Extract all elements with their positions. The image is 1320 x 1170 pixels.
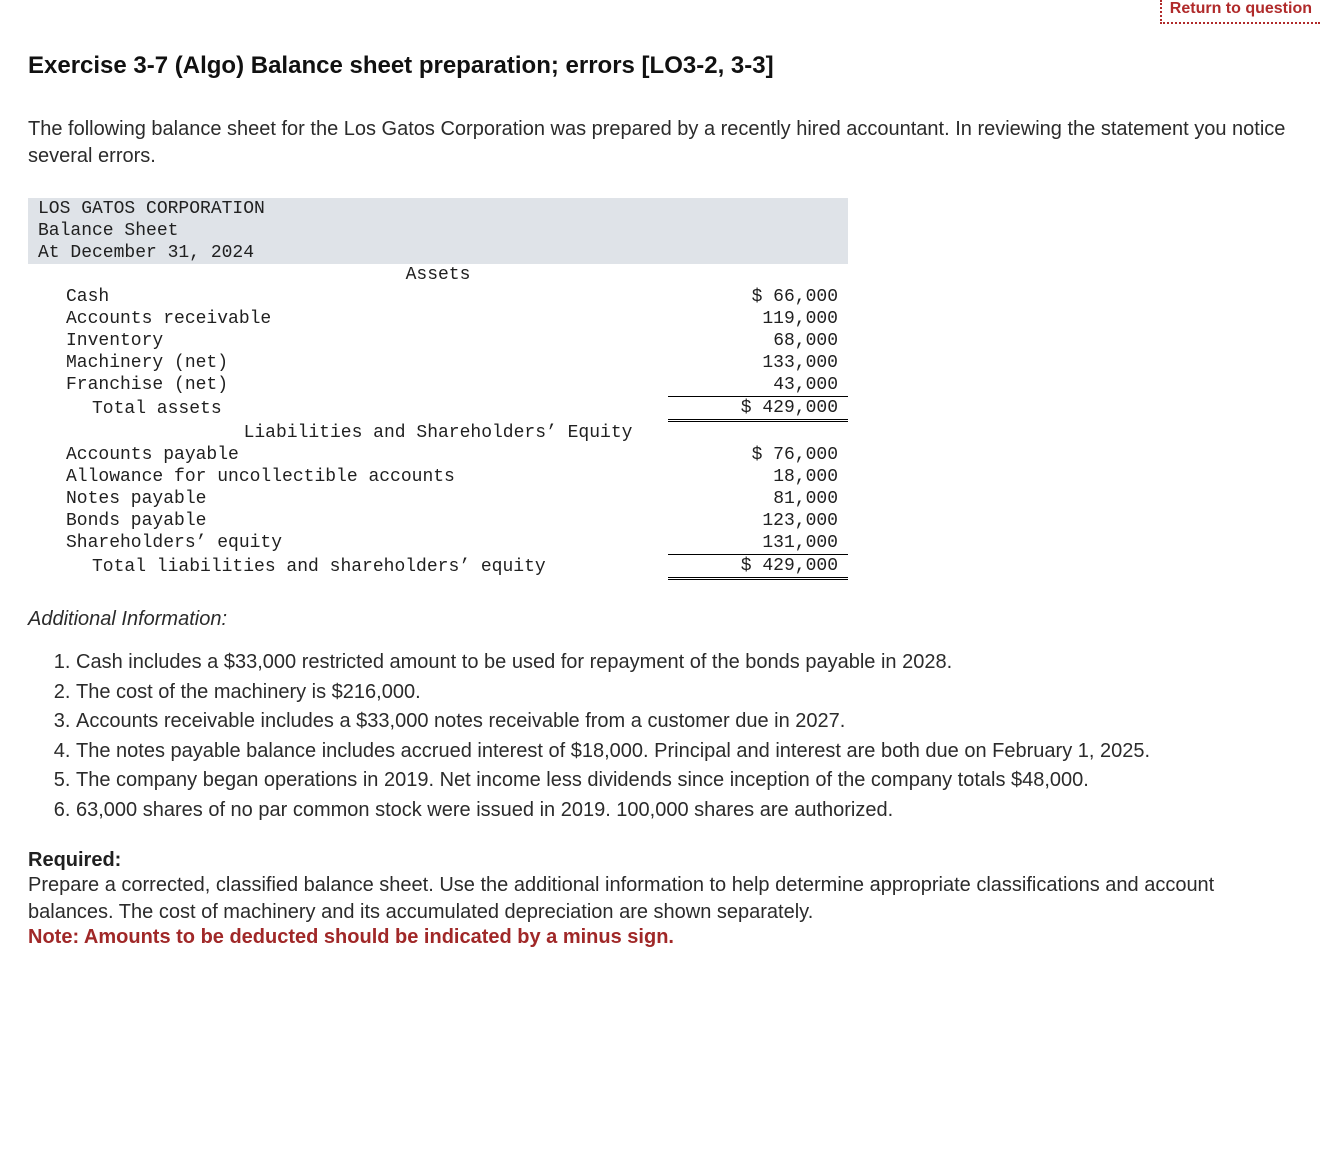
list-item: Accounts receivable includes a $33,000 n… xyxy=(76,708,1292,736)
bs-company: LOS GATOS CORPORATION xyxy=(28,198,848,220)
required-body: Prepare a corrected, classified balance … xyxy=(28,874,1214,923)
intro-paragraph: The following balance sheet for the Los … xyxy=(28,116,1292,170)
exercise-title: Exercise 3-7 (Algo) Balance sheet prepar… xyxy=(28,52,1292,80)
list-item: The cost of the machinery is $216,000. xyxy=(76,679,1292,707)
table-row: Franchise (net)43,000 xyxy=(28,374,848,397)
list-item: The company began operations in 2019. Ne… xyxy=(76,767,1292,795)
table-row: Cash$ 66,000 xyxy=(28,286,848,308)
balance-sheet-table: LOS GATOS CORPORATION Balance Sheet At D… xyxy=(28,198,848,580)
table-row: Bonds payable123,000 xyxy=(28,510,848,532)
table-row: Allowance for uncollectible accounts18,0… xyxy=(28,466,848,488)
return-link-label[interactable]: Return to question xyxy=(1170,0,1312,17)
required-note: Note: Amounts to be deducted should be i… xyxy=(28,926,674,948)
table-row: Total assets$ 429,000 xyxy=(28,397,848,421)
bs-statement: Balance Sheet xyxy=(28,220,848,242)
assets-heading: Assets xyxy=(28,264,848,286)
table-row: Total liabilities and shareholders’ equi… xyxy=(28,555,848,579)
bs-date: At December 31, 2024 xyxy=(28,242,848,264)
additional-info-heading: Additional Information: xyxy=(28,608,1292,631)
liab-heading: Liabilities and Shareholders’ Equity xyxy=(28,421,848,445)
list-item: 63,000 shares of no par common stock wer… xyxy=(76,797,1292,825)
table-row: Accounts receivable119,000 xyxy=(28,308,848,330)
list-item: Cash includes a $33,000 restricted amoun… xyxy=(76,649,1292,677)
table-row: Accounts payable$ 76,000 xyxy=(28,444,848,466)
table-row: Shareholders’ equity131,000 xyxy=(28,532,848,555)
table-row: Notes payable81,000 xyxy=(28,488,848,510)
additional-info-list: Cash includes a $33,000 restricted amoun… xyxy=(28,649,1292,825)
list-item: The notes payable balance includes accru… xyxy=(76,738,1292,766)
required-label: Required: xyxy=(28,849,121,871)
table-row: Machinery (net)133,000 xyxy=(28,352,848,374)
table-row: Inventory68,000 xyxy=(28,330,848,352)
